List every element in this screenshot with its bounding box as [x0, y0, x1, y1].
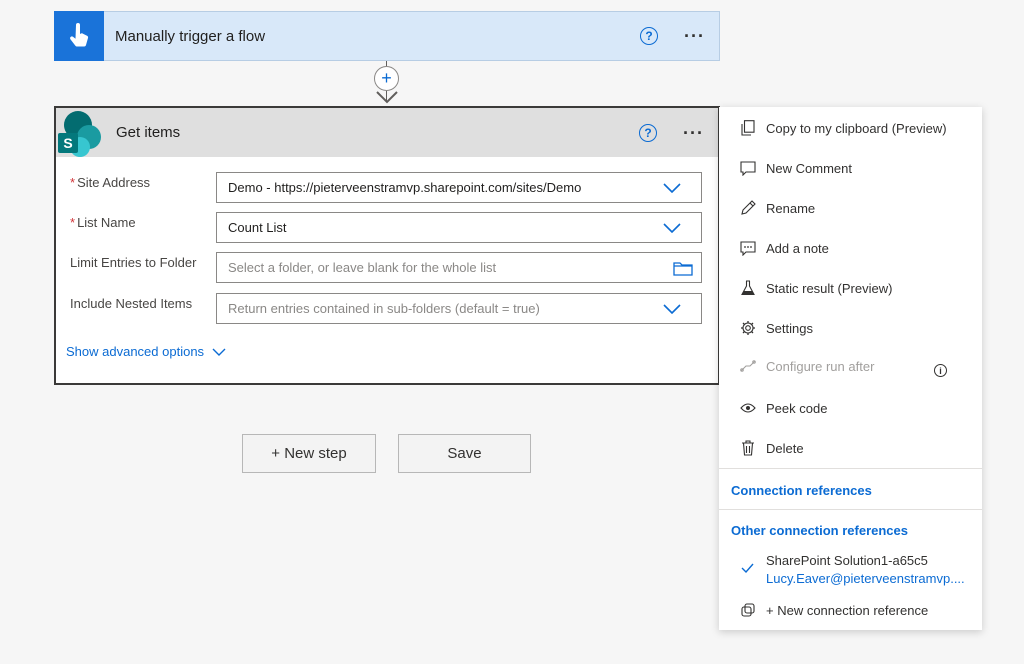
- note-icon: [739, 239, 757, 257]
- show-advanced-options-link[interactable]: Show advanced options: [66, 344, 226, 359]
- save-button[interactable]: Save: [398, 434, 531, 473]
- menu-item-configure-run-after: Configure run after: [739, 357, 874, 375]
- insert-step-button[interactable]: +: [374, 66, 399, 91]
- site-address-dropdown[interactable]: Demo - https://pieterveenstramvp.sharepo…: [216, 172, 702, 203]
- more-options-button[interactable]: ···: [684, 27, 705, 45]
- chevron-down-icon: [212, 348, 226, 356]
- folder-input[interactable]: Select a folder, or leave blank for the …: [216, 252, 702, 283]
- hand-touch-icon: [54, 10, 104, 61]
- folder-row: Limit Entries to Folder Select a folder,…: [70, 252, 702, 283]
- new-connection-reference-button[interactable]: + New connection reference: [739, 601, 928, 619]
- site-address-row: * Site Address Demo - https://pieterveens…: [70, 172, 702, 203]
- more-options-button[interactable]: ···: [683, 124, 704, 142]
- card-header[interactable]: S Get items ? ···: [56, 108, 718, 157]
- required-mark: *: [70, 175, 76, 190]
- menu-item-rename[interactable]: Rename: [739, 199, 815, 217]
- list-name-label: * List Name: [70, 215, 136, 230]
- list-name-row: * List Name Count List: [70, 212, 702, 243]
- menu-item-delete[interactable]: Delete: [739, 439, 804, 457]
- gear-icon: [739, 319, 757, 337]
- arrow-down-icon: [376, 91, 398, 104]
- info-icon[interactable]: i: [934, 364, 947, 377]
- menu-item-settings[interactable]: Settings: [739, 319, 813, 337]
- pencil-icon: [739, 199, 757, 217]
- comment-icon: [739, 159, 757, 177]
- menu-divider: [719, 509, 982, 510]
- svg-text:S: S: [63, 135, 72, 151]
- help-icon[interactable]: ?: [639, 123, 658, 142]
- get-items-card: S Get items ? ··· * Site Address Demo - h…: [54, 106, 720, 385]
- trash-icon: [739, 439, 757, 457]
- other-connection-references-header: Other connection references: [731, 523, 908, 538]
- chevron-down-icon: [663, 182, 681, 193]
- required-mark: *: [70, 215, 76, 230]
- connection-icon: [739, 601, 757, 619]
- help-icon[interactable]: ?: [640, 27, 659, 45]
- flask-icon: [739, 279, 757, 297]
- card-title: Get items: [116, 124, 181, 141]
- site-address-label: * Site Address: [70, 175, 151, 190]
- menu-item-peek-code[interactable]: Peek code: [739, 399, 827, 417]
- menu-item-add-note[interactable]: Add a note: [739, 239, 829, 257]
- run-after-icon: [739, 357, 757, 375]
- menu-divider: [719, 468, 982, 469]
- trigger-title: Manually trigger a flow: [115, 27, 266, 45]
- chevron-down-icon: [663, 222, 681, 233]
- context-menu: Copy to my clipboard (Preview) New Comme…: [719, 107, 982, 630]
- connection-name[interactable]: SharePoint Solution1-a65c5: [766, 553, 928, 568]
- trigger-card[interactable]: Manually trigger a flow ? ···: [54, 10, 720, 61]
- menu-item-static-result[interactable]: Static result (Preview): [739, 279, 892, 297]
- menu-item-copy[interactable]: Copy to my clipboard (Preview): [739, 119, 947, 137]
- new-step-button[interactable]: + New step: [242, 434, 376, 473]
- nested-items-row: Include Nested Items Return entries cont…: [70, 293, 702, 324]
- nested-items-label: Include Nested Items: [70, 296, 193, 311]
- eye-icon: [739, 399, 757, 417]
- folder-icon[interactable]: [673, 260, 693, 276]
- menu-item-new-comment[interactable]: New Comment: [739, 159, 852, 177]
- connection-email[interactable]: Lucy.Eaver@pieterveenstramvp....: [766, 571, 966, 586]
- folder-label: Limit Entries to Folder: [70, 255, 197, 270]
- sharepoint-icon: S: [58, 111, 101, 157]
- chevron-down-icon: [663, 303, 681, 314]
- nested-items-dropdown[interactable]: Return entries contained in sub-folders …: [216, 293, 702, 324]
- checkmark-icon: [741, 563, 754, 573]
- copy-icon: [739, 119, 757, 137]
- list-name-dropdown[interactable]: Count List: [216, 212, 702, 243]
- connection-references-header[interactable]: Connection references: [731, 483, 872, 498]
